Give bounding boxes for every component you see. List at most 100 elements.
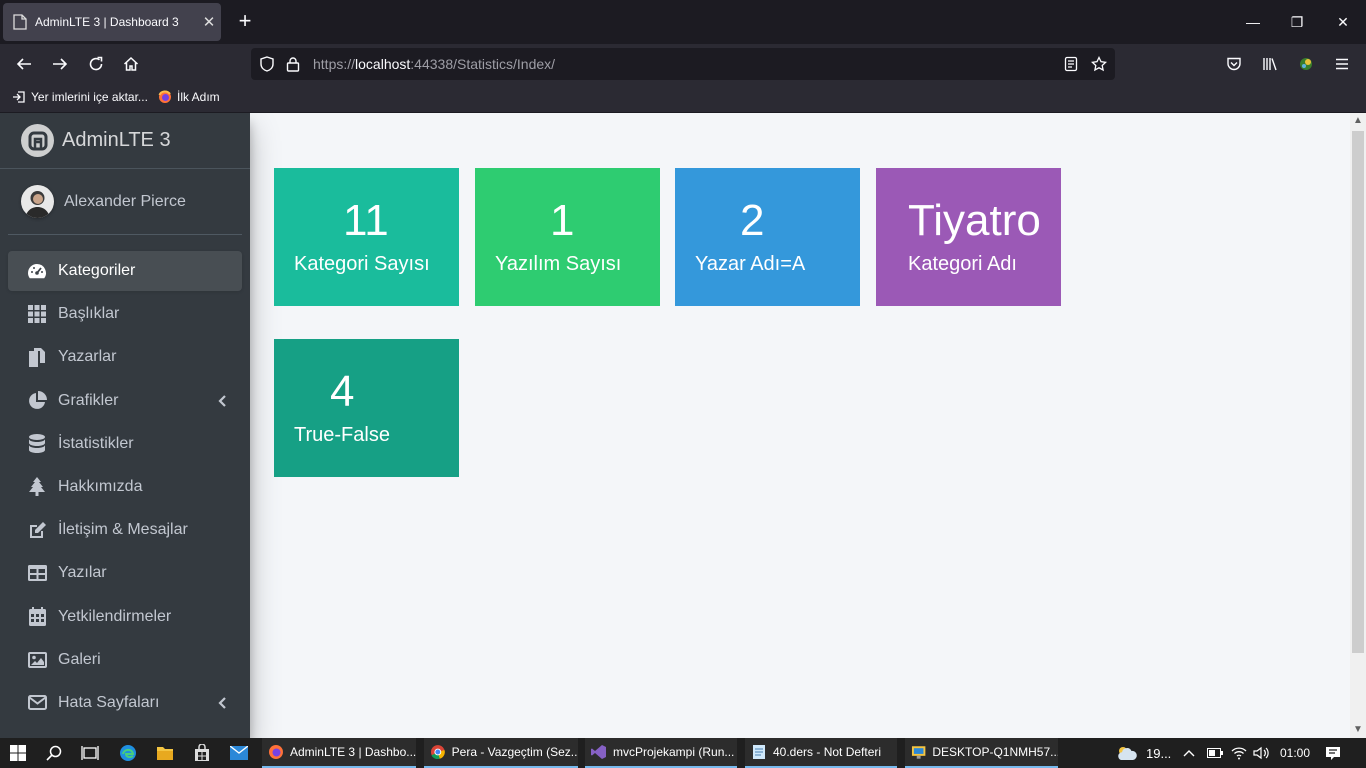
- battery-status[interactable]: [1207, 738, 1223, 768]
- back-button[interactable]: [10, 50, 38, 78]
- stat-value: 4: [330, 367, 355, 416]
- stat-box-true-false: 4 True-False: [274, 339, 459, 477]
- sidebar-item-label: Galeri: [58, 650, 101, 668]
- sidebar-item-hata-sayfalari[interactable]: Hata Sayfaları: [8, 683, 242, 723]
- stat-value: 11: [343, 196, 389, 245]
- start-button[interactable]: [0, 738, 36, 768]
- page-scrollbar[interactable]: ▲ ▼: [1350, 113, 1366, 738]
- sidebar-item-yazarlar[interactable]: Yazarlar: [8, 337, 242, 377]
- scroll-down-icon[interactable]: ▼: [1350, 722, 1366, 738]
- sidebar-item-grafikler[interactable]: Grafikler: [8, 381, 242, 421]
- wifi-icon: [1231, 747, 1247, 760]
- arrow-left-icon: [16, 58, 31, 70]
- extension-icon: [1300, 58, 1312, 70]
- forward-button[interactable]: [46, 50, 74, 78]
- home-button[interactable]: [117, 50, 145, 78]
- avatar[interactable]: [21, 185, 54, 218]
- browser-tab[interactable]: AdminLTE 3 | Dashboard 3 ✕: [3, 3, 221, 41]
- sidebar-item-kategoriler[interactable]: Kategoriler: [8, 251, 242, 291]
- stat-box-kategori-sayisi: 11 Kategori Sayısı: [274, 168, 459, 306]
- sidebar-item-hakkimizda[interactable]: Hakkımızda: [8, 467, 242, 507]
- store-button[interactable]: [184, 738, 220, 768]
- reader-view-icon[interactable]: [1063, 56, 1079, 72]
- search-icon: [46, 745, 62, 761]
- sidebar-item-label: İstatistikler: [58, 434, 134, 452]
- taskbar-app-chrome[interactable]: Pera - Vazgeçtim (Sez...: [424, 738, 578, 768]
- lock-icon[interactable]: [285, 56, 301, 72]
- bookmark-first-step[interactable]: İlk Adım: [158, 90, 220, 104]
- windows-icon: [10, 745, 26, 761]
- mail-button[interactable]: [221, 738, 257, 768]
- menu-button[interactable]: [1328, 50, 1356, 78]
- edit-icon: [27, 520, 47, 540]
- taskbar-app-label: DESKTOP-Q1NMH57....: [932, 745, 1058, 759]
- taskbar-app-notepad[interactable]: 40.ders - Not Defteri: [745, 738, 897, 768]
- url-scheme: https://: [313, 56, 356, 72]
- visual-studio-icon: [591, 745, 606, 759]
- sidebar-item-yetkilendirmeler[interactable]: Yetkilendirmeler: [8, 597, 242, 637]
- arrow-right-icon: [53, 58, 68, 70]
- minimize-button[interactable]: —: [1230, 0, 1276, 44]
- url-bar[interactable]: https://localhost:44338/Statistics/Index…: [251, 48, 1115, 80]
- task-view-button[interactable]: [72, 738, 108, 768]
- taskbar-app-label: mvcProjekampi (Run...: [613, 745, 735, 759]
- brand-link[interactable]: AdminLTE 3: [0, 113, 250, 169]
- weather-widget[interactable]: 19...: [1116, 738, 1171, 768]
- close-tab-icon[interactable]: ✕: [197, 13, 221, 31]
- reload-icon: [89, 56, 103, 71]
- pie-chart-icon: [27, 391, 47, 411]
- bookmark-star-icon[interactable]: [1091, 56, 1107, 72]
- remote-desktop-icon: [911, 746, 926, 759]
- url-text[interactable]: https://localhost:44338/Statistics/Index…: [313, 56, 555, 72]
- volume-status[interactable]: [1253, 738, 1269, 768]
- reload-button[interactable]: [82, 50, 110, 78]
- shield-icon[interactable]: [259, 56, 275, 72]
- search-button[interactable]: [36, 738, 72, 768]
- edge-button[interactable]: [110, 738, 146, 768]
- adminlte-logo: [21, 124, 54, 157]
- sidebar-item-basliklar[interactable]: Başlıklar: [8, 294, 242, 334]
- user-name[interactable]: Alexander Pierce: [64, 193, 186, 211]
- firefox-icon: [158, 90, 171, 103]
- stat-label: Kategori Sayısı: [294, 253, 430, 275]
- extension-button[interactable]: [1292, 50, 1320, 78]
- chevron-left-icon[interactable]: [218, 393, 228, 409]
- user-panel: Alexander Pierce: [8, 169, 242, 235]
- library-button[interactable]: [1256, 50, 1284, 78]
- chevron-left-icon[interactable]: [218, 695, 228, 711]
- pocket-button[interactable]: [1220, 50, 1248, 78]
- main-sidebar: AdminLTE 3 Alexander Pierce Kategoriler …: [0, 113, 250, 738]
- scroll-up-icon[interactable]: ▲: [1350, 113, 1366, 129]
- sidebar-item-istatistikler[interactable]: İstatistikler: [8, 424, 242, 464]
- notification-icon: [1326, 746, 1340, 760]
- sidebar-item-iletisim[interactable]: İletişim & Mesajlar: [8, 510, 242, 550]
- home-icon: [123, 56, 139, 71]
- taskbar-app-label: 40.ders - Not Defteri: [773, 745, 882, 759]
- taskbar-app-firefox[interactable]: AdminLTE 3 | Dashbo...: [262, 738, 416, 768]
- browser-navbar: https://localhost:44338/Statistics/Index…: [0, 44, 1366, 84]
- notification-center[interactable]: [1325, 738, 1341, 768]
- sidebar-item-galeri[interactable]: Galeri: [8, 640, 242, 680]
- restore-button[interactable]: ❐: [1274, 0, 1320, 44]
- sidebar-item-yazilar[interactable]: Yazılar: [8, 553, 242, 593]
- taskbar-app-remote-desktop[interactable]: DESKTOP-Q1NMH57....: [905, 738, 1058, 768]
- store-icon: [195, 744, 209, 761]
- cloud-icon: [1118, 747, 1137, 760]
- file-explorer-button[interactable]: [147, 738, 183, 768]
- tray-chevron[interactable]: [1183, 738, 1195, 768]
- chevron-up-icon: [1183, 750, 1195, 757]
- pocket-icon: [1227, 57, 1241, 71]
- bookmark-import[interactable]: Yer imlerini içe aktar...: [12, 90, 148, 104]
- stat-value: Tiyatro: [908, 196, 1041, 245]
- wifi-status[interactable]: [1231, 738, 1247, 768]
- database-icon: [27, 434, 47, 454]
- close-window-button[interactable]: ✕: [1320, 0, 1366, 44]
- new-tab-button[interactable]: +: [232, 8, 258, 36]
- scroll-thumb[interactable]: [1352, 131, 1364, 653]
- taskbar-app-label: Pera - Vazgeçtim (Sez...: [451, 745, 578, 759]
- hamburger-icon: [1336, 58, 1348, 70]
- taskbar-app-visual-studio[interactable]: mvcProjekampi (Run...: [585, 738, 737, 768]
- grid-icon: [27, 304, 47, 324]
- clock[interactable]: 01:00: [1280, 738, 1310, 768]
- folder-icon: [157, 747, 173, 760]
